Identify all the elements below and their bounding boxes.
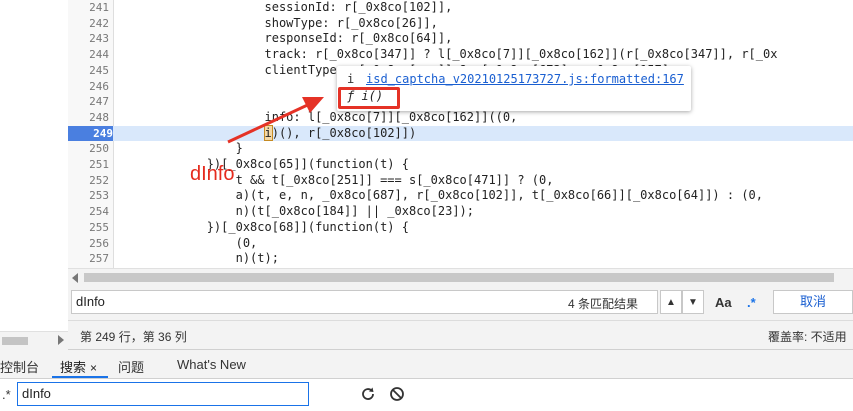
clear-icon[interactable] [389,386,405,402]
regex-option[interactable]: .* [2,387,11,402]
status-bar: 第 249 行，第 36 列 覆盖率: 不适用 [68,321,853,350]
find-next-button[interactable]: ▼ [682,290,704,314]
regex-toggle[interactable]: .* [747,295,756,310]
refresh-icon[interactable] [360,386,376,402]
tab-issues[interactable]: 问题 [118,357,144,376]
find-bar: dInfo 4 条匹配结果 ▲ ▼ Aa .* 取消 [68,286,853,321]
scrollbar-thumb[interactable] [84,273,834,282]
match-case-toggle[interactable]: Aa [715,295,732,310]
close-icon[interactable]: × [90,361,97,375]
search-panel: .* dInfo [0,379,853,411]
search-input[interactable]: dInfo [17,382,309,406]
scroll-left-arrow-icon[interactable] [72,273,78,283]
drawer-tab-strip: 控制台 搜索 × 问题 What's New [0,350,853,379]
match-count: 4 条匹配结果 [568,297,639,311]
chevron-down-icon: ▼ [688,296,698,308]
editor-horizontal-scrollbar[interactable] [68,268,853,286]
find-previous-button[interactable]: ▲ [660,290,682,314]
tab-console[interactable]: 控制台 [0,357,39,376]
tab-search[interactable]: 搜索 × [60,357,97,376]
annotation-label: dInfo [190,163,235,185]
chevron-up-icon: ▲ [666,296,676,308]
coverage-status: 覆盖率: 不适用 [768,330,847,344]
cursor-position: 第 249 行，第 36 列 [80,330,187,344]
tab-whats-new[interactable]: What's New [177,357,246,372]
cancel-button[interactable]: 取消 [773,290,853,314]
active-tab-indicator [52,376,108,378]
tab-search-label: 搜索 [60,360,87,375]
